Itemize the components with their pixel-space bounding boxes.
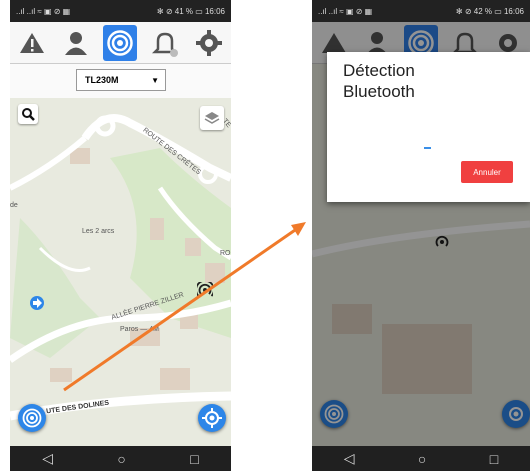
bluetooth-detection-dialog: Détection Bluetooth Annuler	[327, 52, 530, 202]
map-view[interactable]: ROUTE DES CRÊTES Les 2 arcs ALLÉE PIERRE…	[10, 98, 231, 446]
warning-icon	[20, 32, 45, 53]
status-bar: ..ıl ..ıl ≈ ▣ ⊘ ▦ ✻ ⊘ 41 % ▭ 16:06	[10, 0, 231, 22]
recents-icon[interactable]: □	[490, 451, 498, 467]
dialog-title: Détection Bluetooth	[343, 61, 415, 101]
recents-icon[interactable]: □	[190, 451, 198, 467]
android-nav-bar: ◁ ○ □	[312, 446, 530, 471]
left-phone-screen: ..ıl ..ıl ≈ ▣ ⊘ ▦ ✻ ⊘ 41 % ▭ 16:06 TL230…	[10, 0, 231, 471]
home-icon[interactable]: ○	[117, 451, 125, 467]
map-search-button[interactable]	[18, 104, 38, 124]
beacon-marker-icon[interactable]	[197, 282, 213, 298]
status-bar: ..ıl ..ıl ≈ ▣ ⊘ ▦ ✻ ⊘ 42 % ▭ 16:06	[312, 0, 530, 22]
back-icon[interactable]: ◁	[344, 450, 355, 467]
dropdown-arrow-icon: ▼	[151, 76, 159, 85]
gear-icon	[195, 29, 222, 56]
map-label-de: de	[10, 202, 18, 209]
alerts-button[interactable]	[15, 25, 49, 61]
status-battery-time: ✻ ⊘ 42 % ▭ 16:06	[455, 6, 524, 16]
cancel-button[interactable]: Annuler	[461, 161, 513, 183]
search-icon	[22, 108, 35, 121]
toolbar	[10, 22, 231, 64]
status-signal: ..ıl ..ıl ≈ ▣ ⊘ ▦	[16, 6, 71, 16]
home-icon[interactable]: ○	[418, 451, 426, 467]
progress-indicator	[424, 147, 431, 149]
user-button[interactable]	[59, 25, 93, 61]
arrowhead-icon	[291, 222, 306, 236]
map-label-paros: Paros — 4M	[120, 326, 159, 333]
map-label-les-2-arcs: Les 2 arcs	[82, 228, 115, 235]
my-location-button[interactable]	[198, 404, 226, 432]
arrow-right-icon	[33, 298, 42, 308]
android-nav-bar: ◁ ○ □	[10, 446, 231, 471]
right-phone-screen: ..ıl ..ıl ≈ ▣ ⊘ ▦ ✻ ⊘ 42 % ▭ 16:06 Détec…	[312, 0, 530, 471]
beacon-icon	[107, 29, 134, 56]
direction-marker[interactable]	[30, 296, 44, 310]
notifications-button[interactable]	[148, 25, 182, 61]
bell-icon	[151, 32, 178, 57]
settings-button[interactable]	[192, 25, 226, 61]
status-battery-time: ✻ ⊘ 41 % ▭ 16:06	[156, 6, 225, 16]
beacon-fab-button[interactable]	[18, 404, 46, 432]
layers-button[interactable]	[200, 106, 224, 130]
status-signal: ..ıl ..ıl ≈ ▣ ⊘ ▦	[318, 6, 373, 16]
beacon-icon	[22, 408, 42, 428]
user-icon	[65, 31, 88, 55]
back-icon[interactable]: ◁	[42, 450, 53, 467]
beacon-button[interactable]	[103, 24, 138, 61]
device-select-value: TL230M	[85, 75, 119, 85]
layers-icon	[204, 112, 220, 124]
map-background	[10, 98, 231, 446]
device-selector-row: TL230M ▼	[10, 64, 231, 98]
crosshair-icon	[202, 408, 222, 428]
device-select[interactable]: TL230M ▼	[76, 69, 166, 91]
map-label-ro: RO	[220, 250, 231, 257]
